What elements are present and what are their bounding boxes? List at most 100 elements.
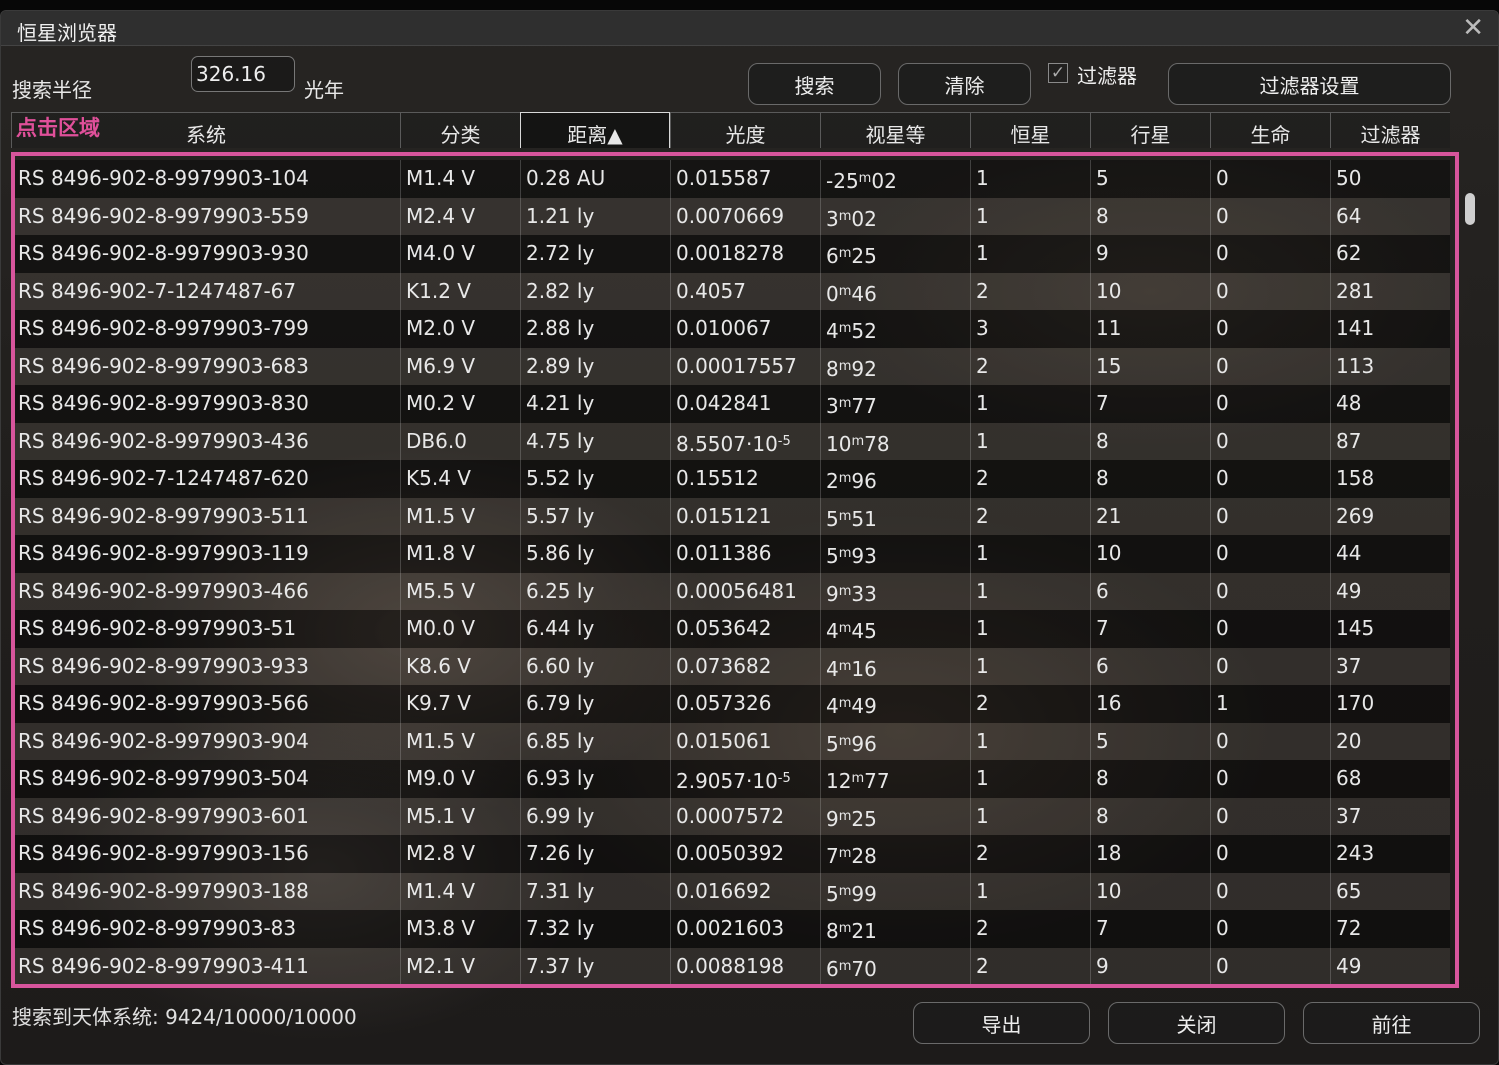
table-cell: 2.88 ly — [520, 310, 670, 348]
table-cell: M5.5 V — [400, 572, 520, 610]
table-cell: 6 — [1090, 647, 1210, 685]
table-cell: 9m25 — [820, 797, 970, 835]
filter-checkbox-label[interactable]: 过滤器 — [1077, 60, 1137, 89]
scrollbar-thumb[interactable] — [1465, 193, 1475, 225]
table-cell: 68 — [1330, 760, 1450, 798]
table-cell: 2.82 ly — [520, 272, 670, 310]
table-row[interactable]: RS 8496-902-8-9979903-436 DB6.0 4.75 ly 8.5… — [11, 422, 1450, 460]
table-row[interactable]: RS 8496-902-8-9979903-104 M1.4 V 0.28 AU 0.… — [11, 160, 1450, 198]
header-distance[interactable]: 距离▲ — [520, 112, 670, 148]
table-row[interactable]: RS 8496-902-8-9979903-683 M6.9 V 2.89 ly 0.… — [11, 347, 1450, 385]
table-row[interactable]: RS 8496-902-8-9979903-466 M5.5 V 6.25 ly 0.… — [11, 572, 1450, 610]
table-cell: 5m99 — [820, 872, 970, 910]
table-row[interactable]: RS 8496-902-8-9979903-188 M1.4 V 7.31 ly 0.… — [11, 872, 1450, 910]
table-cell: 158 — [1330, 460, 1450, 498]
table-cell: 6m70 — [820, 947, 970, 985]
table-cell: 1 — [970, 535, 1090, 573]
header-magnitude[interactable]: 视星等 — [820, 112, 970, 148]
table-cell: 8m92 — [820, 347, 970, 385]
table-row[interactable]: RS 8496-902-8-9979903-511 M1.5 V 5.57 ly 0.… — [11, 497, 1450, 535]
search-button[interactable]: 搜索 — [748, 63, 881, 105]
table-cell: 0 — [1210, 235, 1330, 273]
header-stars[interactable]: 恒星 — [970, 112, 1090, 148]
table-cell: 8 — [1090, 460, 1210, 498]
table-cell: 8 — [1090, 422, 1210, 460]
table-cell: RS 8496-902-8-9979903-119 — [18, 541, 309, 565]
table-cell: RS 8496-902-8-9979903-504 — [18, 766, 309, 790]
table-cell: M1.4 V — [400, 160, 520, 198]
table-cell: 65 — [1330, 872, 1450, 910]
table-cell: 87 — [1330, 422, 1450, 460]
search-radius-input[interactable] — [191, 56, 295, 92]
table-cell: 2 — [970, 835, 1090, 873]
table-cell: M2.1 V — [400, 947, 520, 985]
table-cell: RS 8496-902-8-9979903-511 — [18, 503, 309, 528]
table-row[interactable]: RS 8496-902-8-9979903-559 M2.4 V 1.21 ly 0.… — [11, 197, 1450, 235]
table-cell: 8.5507·10-5 — [670, 422, 820, 460]
header-filter[interactable]: 过滤器 — [1330, 112, 1450, 148]
table-cell: RS 8496-902-8-9979903-559 — [18, 203, 309, 228]
table-cell: 0.00017557 — [670, 347, 820, 385]
table-cell: 281 — [1330, 272, 1450, 310]
table-cell: 21 — [1090, 497, 1210, 535]
table-cell: 7 — [1090, 610, 1210, 648]
filter-settings-button[interactable]: 过滤器设置 — [1168, 63, 1451, 105]
filter-checkbox[interactable]: ✓ — [1048, 63, 1068, 83]
table-row[interactable]: RS 8496-902-8-9979903-83 M3.8 V 7.32 ly 0.0… — [11, 910, 1450, 948]
table-cell: 7 — [1090, 385, 1210, 423]
table-cell: 5 — [1090, 160, 1210, 198]
table-cell: 10 — [1090, 872, 1210, 910]
header-class[interactable]: 分类 — [400, 112, 520, 148]
export-button[interactable]: 导出 — [913, 1002, 1090, 1044]
table-cell: 0 — [1210, 610, 1330, 648]
table-cell: RS 8496-902-8-9979903-830 — [18, 391, 309, 415]
table-row[interactable]: RS 8496-902-8-9979903-411 M2.1 V 7.37 ly 0.… — [11, 947, 1450, 985]
goto-button[interactable]: 前往 — [1303, 1002, 1480, 1044]
table-row[interactable]: RS 8496-902-8-9979903-601 M5.1 V 6.99 ly 0.… — [11, 797, 1450, 835]
scrollbar-track[interactable] — [1465, 180, 1475, 970]
title-bar[interactable]: 恒星浏览器 ✕ — [1, 11, 1498, 46]
table-cell: 5.52 ly — [520, 460, 670, 498]
table-cell: 1 — [1210, 685, 1330, 723]
header-luminosity[interactable]: 光度 — [670, 112, 820, 148]
table-cell: 0 — [1210, 497, 1330, 535]
table-cell: RS 8496-902-8-9979903-566 — [18, 691, 309, 715]
table-row[interactable]: RS 8496-902-7-1247487-67 K1.2 V 2.82 ly 0.4… — [11, 272, 1450, 310]
table-row[interactable]: RS 8496-902-8-9979903-504 M9.0 V 6.93 ly 2.… — [11, 760, 1450, 798]
table-row[interactable]: RS 8496-902-8-9979903-119 M1.8 V 5.86 ly 0.… — [11, 535, 1450, 573]
table-row[interactable]: RS 8496-902-8-9979903-51 M0.0 V 6.44 ly 0.0… — [11, 610, 1450, 648]
table-cell: 0 — [1210, 535, 1330, 573]
table-cell: RS 8496-902-8-9979903-104 — [18, 166, 309, 190]
table-cell: 6.25 ly — [520, 572, 670, 610]
table-cell: 1 — [970, 572, 1090, 610]
table-cell: M1.5 V — [400, 722, 520, 760]
table-row[interactable]: RS 8496-902-8-9979903-933 K8.6 V 6.60 ly 0.… — [11, 647, 1450, 685]
table-row[interactable]: RS 8496-902-8-9979903-566 K9.7 V 6.79 ly 0.… — [11, 685, 1450, 723]
table-row[interactable]: RS 8496-902-8-9979903-830 M0.2 V 4.21 ly 0.… — [11, 385, 1450, 423]
clear-button[interactable]: 清除 — [898, 63, 1031, 105]
table-cell: M2.0 V — [400, 310, 520, 348]
table-cell: 7.26 ly — [520, 835, 670, 873]
table-cell: M9.0 V — [400, 760, 520, 798]
header-planets[interactable]: 行星 — [1090, 112, 1210, 148]
table-cell: 1 — [970, 760, 1090, 798]
table-cell: 8 — [1090, 797, 1210, 835]
table-row[interactable]: RS 8496-902-8-9979903-904 M1.5 V 6.85 ly 0.… — [11, 722, 1450, 760]
table-cell: 11 — [1090, 310, 1210, 348]
table-row[interactable]: RS 8496-902-7-1247487-620 K5.4 V 5.52 ly 0.… — [11, 460, 1450, 498]
table-cell: 7.37 ly — [520, 947, 670, 985]
table-cell: RS 8496-902-8-9979903-83 — [18, 916, 297, 940]
close-button[interactable]: 关闭 — [1108, 1002, 1285, 1044]
table-cell: 0.011386 — [670, 535, 820, 573]
table-cell: M0.2 V — [400, 385, 520, 423]
table-row[interactable]: RS 8496-902-8-9979903-156 M2.8 V 7.26 ly 0.… — [11, 835, 1450, 873]
table-cell: 0 — [1210, 572, 1330, 610]
table-cell: 9m33 — [820, 572, 970, 610]
table-row[interactable]: RS 8496-902-8-9979903-930 M4.0 V 2.72 ly 0.… — [11, 235, 1450, 273]
close-icon[interactable]: ✕ — [1462, 13, 1484, 43]
header-life[interactable]: 生命 — [1210, 112, 1330, 148]
table-cell: RS 8496-902-8-9979903-436 — [18, 428, 309, 453]
table-cell: 0 — [1210, 272, 1330, 310]
table-cell: 0 — [1210, 310, 1330, 348]
table-row[interactable]: RS 8496-902-8-9979903-799 M2.0 V 2.88 ly 0.… — [11, 310, 1450, 348]
